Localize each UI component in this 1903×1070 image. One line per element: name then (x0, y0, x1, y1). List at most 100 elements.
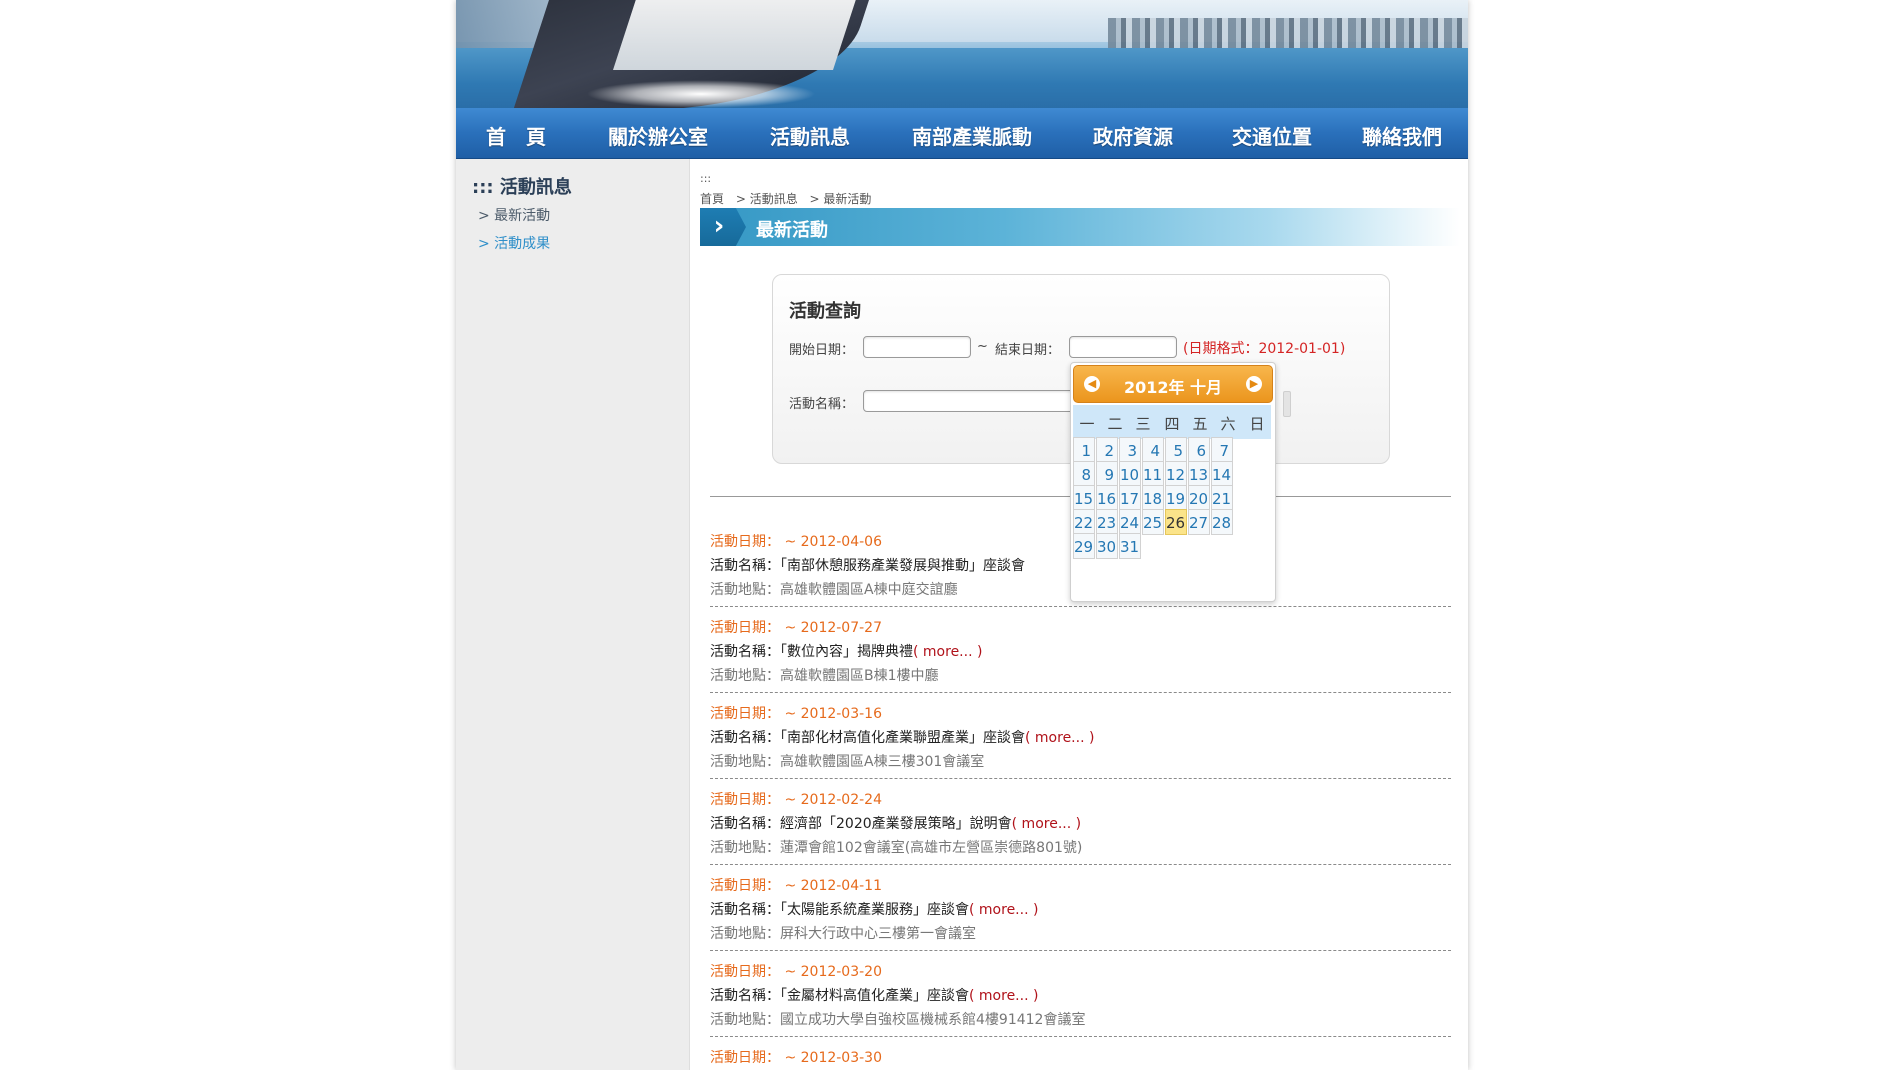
weekday-label: 四 (1164, 415, 1180, 433)
event-date-row: 活動日期： ~ 2012-03-30 (710, 1046, 1451, 1070)
calendar-day[interactable]: 27 (1188, 509, 1210, 535)
event-name-input[interactable] (863, 390, 1077, 412)
event-name-row: 活動名稱：「數位內容」揭牌典禮( more... ) (710, 640, 1451, 664)
event-location-row: 活動地點：屏科大行政中心三樓第一會議室 (710, 922, 1451, 946)
nav-item-industry[interactable]: 南部產業脈動 (912, 121, 1032, 150)
date-picker-header: ◀ 2012年 十月 ▶ (1073, 365, 1273, 403)
calendar-day[interactable]: 3 (1119, 437, 1141, 463)
weekday-label: 二 (1107, 415, 1123, 433)
calendar-day[interactable]: 31 (1119, 533, 1141, 559)
event-location: 高雄軟體園區A棟三樓301會議室 (780, 754, 985, 770)
calendar-day[interactable]: 13 (1188, 461, 1210, 487)
search-panel-title: 活動查詢 (789, 301, 861, 322)
event-more-link[interactable]: ( more... ) (913, 644, 982, 660)
event-more-link[interactable]: ( more... ) (969, 988, 1038, 1004)
event-separator (710, 1036, 1451, 1037)
end-date-input[interactable] (1069, 336, 1177, 358)
event-date-label: 活動日期： (710, 792, 780, 808)
calendar-day[interactable]: 2 (1096, 437, 1118, 463)
nav-item-transport[interactable]: 交通位置 (1232, 121, 1312, 150)
breadcrumb: 首頁 > 活動訊息 > 最新活動 (700, 190, 879, 207)
event-location-label: 活動地點： (710, 1012, 780, 1028)
calendar-day[interactable]: 30 (1096, 533, 1118, 559)
calendar-day[interactable]: 11 (1142, 461, 1164, 487)
sidebar-title-dots: ::: (472, 177, 494, 198)
event-name[interactable]: 「南部化材高值化產業聯盟產業」座談會 (780, 730, 1025, 746)
event-more-link[interactable]: ( more... ) (1025, 730, 1094, 746)
event-date-label: 活動日期： (710, 964, 780, 980)
event-location-label: 活動地點： (710, 668, 780, 684)
end-date-label: 結束日期： (995, 343, 1061, 358)
nav-item-home[interactable]: 首 頁 (486, 121, 546, 150)
nav-item-about[interactable]: 關於辦公室 (608, 121, 708, 150)
weekday-label: 五 (1192, 415, 1208, 433)
page-title-bar: › 最新活動 (700, 208, 1460, 246)
chevron-right-icon: › (700, 208, 746, 246)
search-button[interactable] (1283, 391, 1291, 417)
calendar-day[interactable]: 1 (1073, 437, 1095, 463)
sidebar-item-latest-events[interactable]: > 最新活動 (478, 205, 550, 225)
calendar-day[interactable]: 22 (1073, 509, 1095, 535)
sidebar-item-event-results[interactable]: > 活動成果 (478, 233, 550, 253)
calendar-day[interactable]: 8 (1073, 461, 1095, 487)
event-more-link[interactable]: ( more... ) (969, 902, 1038, 918)
event-name[interactable]: 「金屬材料高值化產業」座談會 (780, 988, 969, 1004)
weekday-header: 一 二 三 四 五 六 日 (1073, 405, 1271, 439)
event-more-link[interactable]: ( more... ) (1012, 816, 1081, 832)
event-item: 活動日期： ~ 2012-07-27 活動名稱：「數位內容」揭牌典禮( more… (710, 616, 1451, 693)
calendar-day[interactable]: 6 (1188, 437, 1210, 463)
nav-item-events[interactable]: 活動訊息 (770, 121, 850, 150)
event-name[interactable]: 「太陽能系統產業服務」座談會 (780, 902, 969, 918)
event-separator (710, 864, 1451, 865)
event-location-row: 活動地點：蓮潭會館102會議室(高雄市左營區崇德路801號) (710, 836, 1451, 860)
nav-item-gov-resources[interactable]: 政府資源 (1093, 121, 1173, 150)
event-separator (710, 778, 1451, 779)
next-month-icon[interactable]: ▶ (1246, 376, 1262, 392)
calendar-day[interactable]: 25 (1142, 509, 1164, 535)
calendar-day[interactable]: 28 (1211, 509, 1233, 535)
calendar-day[interactable]: 7 (1211, 437, 1233, 463)
breadcrumb-latest: > 最新活動 (809, 192, 872, 206)
calendar-day[interactable]: 5 (1165, 437, 1187, 463)
calendar-day[interactable]: 26 (1165, 509, 1187, 535)
calendar-day[interactable]: 19 (1165, 485, 1187, 511)
breadcrumb-home[interactable]: 首頁 (700, 192, 724, 206)
event-item: 活動日期： ~ 2012-03-30 (710, 1046, 1451, 1070)
event-name[interactable]: 「南部休憩服務產業發展與推動」座談會 (780, 558, 1025, 574)
date-picker: ◀ 2012年 十月 ▶ 一 二 三 四 五 六 日 1 2 3 4 5 6 7 8 9 10 11… (1070, 362, 1276, 602)
calendar-day[interactable]: 21 (1211, 485, 1233, 511)
event-name[interactable]: 「數位內容」揭牌典禮 (780, 644, 913, 660)
start-date-input[interactable] (863, 336, 971, 358)
calendar-day[interactable]: 10 (1119, 461, 1141, 487)
sidebar-title: ::: 活動訊息 (472, 173, 572, 199)
calendar-day[interactable]: 14 (1211, 461, 1233, 487)
event-date-row: 活動日期： ~ 2012-03-20 (710, 960, 1451, 984)
event-date-label: 活動日期： (710, 534, 780, 550)
event-location-row: 活動地點：高雄軟體園區A棟三樓301會議室 (710, 750, 1451, 774)
event-name-row: 活動名稱：「南部化材高值化產業聯盟產業」座談會( more... ) (710, 726, 1451, 750)
calendar-day[interactable]: 9 (1096, 461, 1118, 487)
calendar-day[interactable]: 23 (1096, 509, 1118, 535)
event-name[interactable]: 經濟部「2020產業發展策略」說明會 (780, 816, 1012, 832)
event-item: 活動日期： ~ 2012-04-11 活動名稱：「太陽能系統產業服務」座談會( … (710, 874, 1451, 951)
calendar-day[interactable]: 4 (1142, 437, 1164, 463)
main-nav: 首 頁 關於辦公室 活動訊息 南部產業脈動 政府資源 交通位置 聯絡我們 (456, 108, 1468, 159)
nav-item-contact[interactable]: 聯絡我們 (1362, 121, 1442, 150)
calendar-day[interactable]: 20 (1188, 485, 1210, 511)
calendar-day[interactable]: 16 (1096, 485, 1118, 511)
calendar-day[interactable]: 29 (1073, 533, 1095, 559)
event-date: ~ 2012-02-24 (780, 792, 882, 808)
calendar-day[interactable]: 17 (1119, 485, 1141, 511)
event-location-row: 活動地點：國立成功大學自強校區機械系館4樓91412會議室 (710, 1008, 1451, 1032)
event-name-row: 活動名稱：「金屬材料高值化產業」座談會( more... ) (710, 984, 1451, 1008)
breadcrumb-events[interactable]: > 活動訊息 (736, 192, 798, 206)
event-location: 高雄軟體園區B棟1樓中廳 (780, 668, 939, 684)
calendar-day[interactable]: 15 (1073, 485, 1095, 511)
page-container: 首 頁 關於辦公室 活動訊息 南部產業脈動 政府資源 交通位置 聯絡我們 :::… (456, 0, 1468, 1070)
calendar-day[interactable]: 12 (1165, 461, 1187, 487)
calendar-day[interactable]: 18 (1142, 485, 1164, 511)
event-location-label: 活動地點： (710, 582, 780, 598)
event-name-label: 活動名稱： (710, 558, 780, 574)
event-location-label: 活動地點： (710, 754, 780, 770)
calendar-day[interactable]: 24 (1119, 509, 1141, 535)
